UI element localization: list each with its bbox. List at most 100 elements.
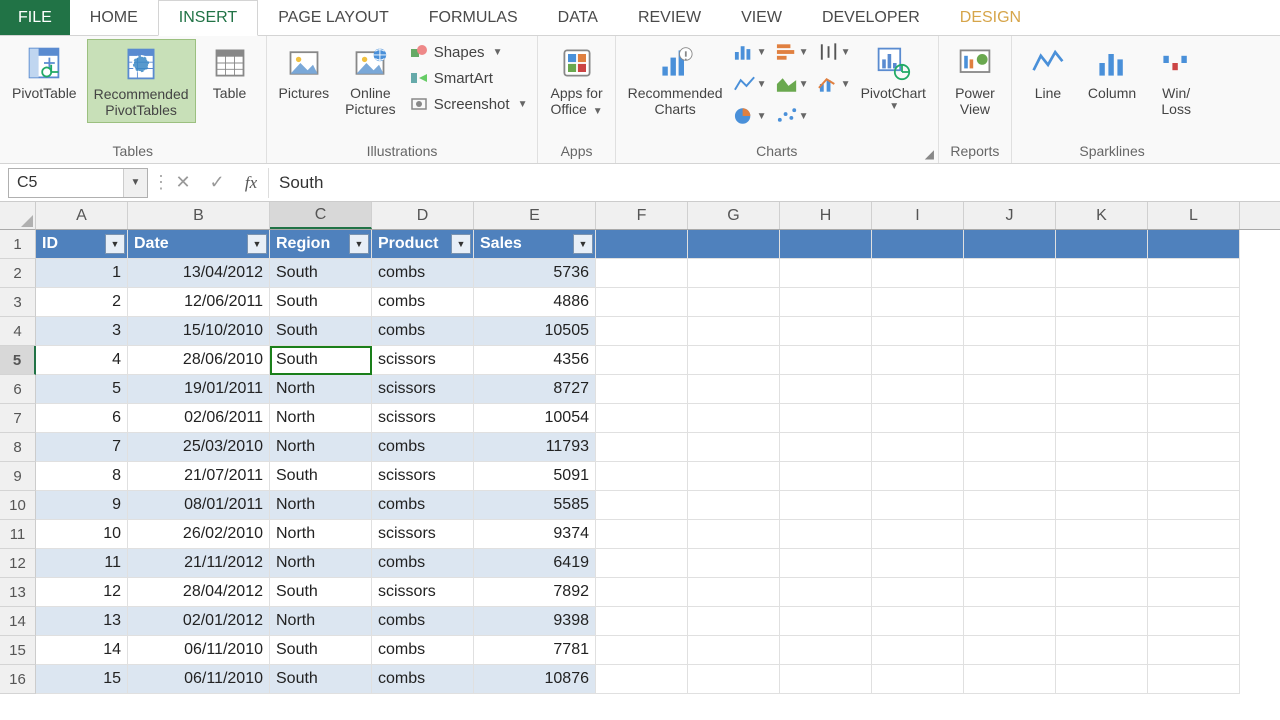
cell[interactable] — [688, 578, 780, 607]
tab-page-layout[interactable]: PAGE LAYOUT — [258, 0, 409, 35]
cell[interactable] — [688, 317, 780, 346]
cell[interactable] — [688, 346, 780, 375]
column-header-A[interactable]: A — [36, 202, 128, 229]
cell[interactable]: 28/06/2010 — [128, 346, 270, 375]
cell[interactable] — [780, 665, 872, 694]
cell[interactable]: 14 — [36, 636, 128, 665]
tab-insert[interactable]: INSERT — [158, 0, 258, 36]
row-header-10[interactable]: 10 — [0, 491, 36, 520]
cell[interactable] — [872, 665, 964, 694]
cell[interactable]: 5585 — [474, 491, 596, 520]
cell[interactable] — [596, 520, 688, 549]
cell[interactable] — [872, 259, 964, 288]
cell[interactable] — [780, 346, 872, 375]
cell[interactable] — [596, 665, 688, 694]
cell[interactable]: 6419 — [474, 549, 596, 578]
row-header-15[interactable]: 15 — [0, 636, 36, 665]
cell[interactable]: combs — [372, 317, 474, 346]
cell[interactable] — [1056, 259, 1148, 288]
cell[interactable] — [1056, 375, 1148, 404]
cell[interactable] — [596, 578, 688, 607]
cell[interactable] — [964, 404, 1056, 433]
cell[interactable]: 5 — [36, 375, 128, 404]
table-header-cell[interactable] — [964, 230, 1056, 259]
cell[interactable]: South — [270, 259, 372, 288]
cell[interactable]: scissors — [372, 520, 474, 549]
cell[interactable]: 26/02/2010 — [128, 520, 270, 549]
cell[interactable]: 2 — [36, 288, 128, 317]
radar-chart-button[interactable] — [817, 103, 851, 129]
cell[interactable] — [1148, 578, 1240, 607]
cell[interactable] — [780, 288, 872, 317]
cell[interactable]: 11793 — [474, 433, 596, 462]
cell[interactable]: combs — [372, 636, 474, 665]
cell[interactable]: 08/01/2011 — [128, 491, 270, 520]
filter-button-sales[interactable]: ▼ — [573, 234, 593, 254]
cell[interactable] — [688, 549, 780, 578]
cell[interactable]: 8 — [36, 462, 128, 491]
cell[interactable] — [1148, 433, 1240, 462]
filter-button-date[interactable]: ▼ — [247, 234, 267, 254]
row-header-11[interactable]: 11 — [0, 520, 36, 549]
screenshot-button[interactable]: Screenshot ▼ — [406, 91, 532, 117]
bar-chart-button[interactable]: ▼ — [775, 39, 809, 65]
row-header-7[interactable]: 7 — [0, 404, 36, 433]
cell[interactable]: 21/11/2012 — [128, 549, 270, 578]
cell[interactable]: 9398 — [474, 607, 596, 636]
cell[interactable] — [964, 317, 1056, 346]
row-header-2[interactable]: 2 — [0, 259, 36, 288]
tab-file[interactable]: FILE — [0, 0, 70, 35]
cell[interactable]: South — [270, 317, 372, 346]
cell[interactable] — [780, 375, 872, 404]
table-header-cell[interactable]: Region▼ — [270, 230, 372, 259]
row-header-3[interactable]: 3 — [0, 288, 36, 317]
cell[interactable] — [964, 288, 1056, 317]
cell[interactable] — [1056, 578, 1148, 607]
cell[interactable] — [964, 636, 1056, 665]
cell[interactable] — [1148, 636, 1240, 665]
cell[interactable] — [872, 433, 964, 462]
shapes-button[interactable]: Shapes ▼ — [406, 39, 532, 65]
cell[interactable]: North — [270, 607, 372, 636]
cell[interactable]: 4 — [36, 346, 128, 375]
pivotchart-button[interactable]: PivotChart ▼ — [855, 39, 932, 117]
cell[interactable]: scissors — [372, 578, 474, 607]
tab-review[interactable]: REVIEW — [618, 0, 721, 35]
cell[interactable]: 15 — [36, 665, 128, 694]
cancel-formula-button[interactable]: ✕ — [166, 172, 200, 193]
cell[interactable] — [596, 549, 688, 578]
charts-dialog-launcher[interactable]: ◢ — [925, 147, 934, 161]
pie-chart-button[interactable]: ▼ — [733, 103, 767, 129]
cell[interactable] — [1056, 549, 1148, 578]
row-header-5[interactable]: 5 — [0, 346, 36, 375]
tab-formulas[interactable]: FORMULAS — [409, 0, 538, 35]
cell[interactable] — [596, 491, 688, 520]
cell[interactable] — [780, 520, 872, 549]
cell[interactable] — [596, 346, 688, 375]
cell[interactable] — [872, 520, 964, 549]
power-view-button[interactable]: Power View — [945, 39, 1005, 121]
cell[interactable]: North — [270, 491, 372, 520]
row-header-9[interactable]: 9 — [0, 462, 36, 491]
sparkline-winloss-button[interactable]: Win/ Loss — [1146, 39, 1206, 121]
cell[interactable] — [688, 259, 780, 288]
cell[interactable]: 10876 — [474, 665, 596, 694]
cell[interactable] — [1148, 375, 1240, 404]
cell[interactable]: 02/06/2011 — [128, 404, 270, 433]
cell[interactable] — [596, 404, 688, 433]
cell[interactable] — [872, 491, 964, 520]
cell[interactable]: 28/04/2012 — [128, 578, 270, 607]
cell[interactable] — [1148, 404, 1240, 433]
recommended-pivottables-button[interactable]: Recommended PivotTables — [87, 39, 196, 123]
cell[interactable]: combs — [372, 665, 474, 694]
table-header-cell[interactable]: Product▼ — [372, 230, 474, 259]
table-header-cell[interactable] — [872, 230, 964, 259]
cell[interactable] — [1148, 549, 1240, 578]
cell[interactable] — [1056, 636, 1148, 665]
cell[interactable] — [596, 375, 688, 404]
tab-home[interactable]: HOME — [70, 0, 158, 35]
cell[interactable] — [780, 578, 872, 607]
cell[interactable] — [596, 317, 688, 346]
row-header-8[interactable]: 8 — [0, 433, 36, 462]
cell[interactable] — [1148, 317, 1240, 346]
